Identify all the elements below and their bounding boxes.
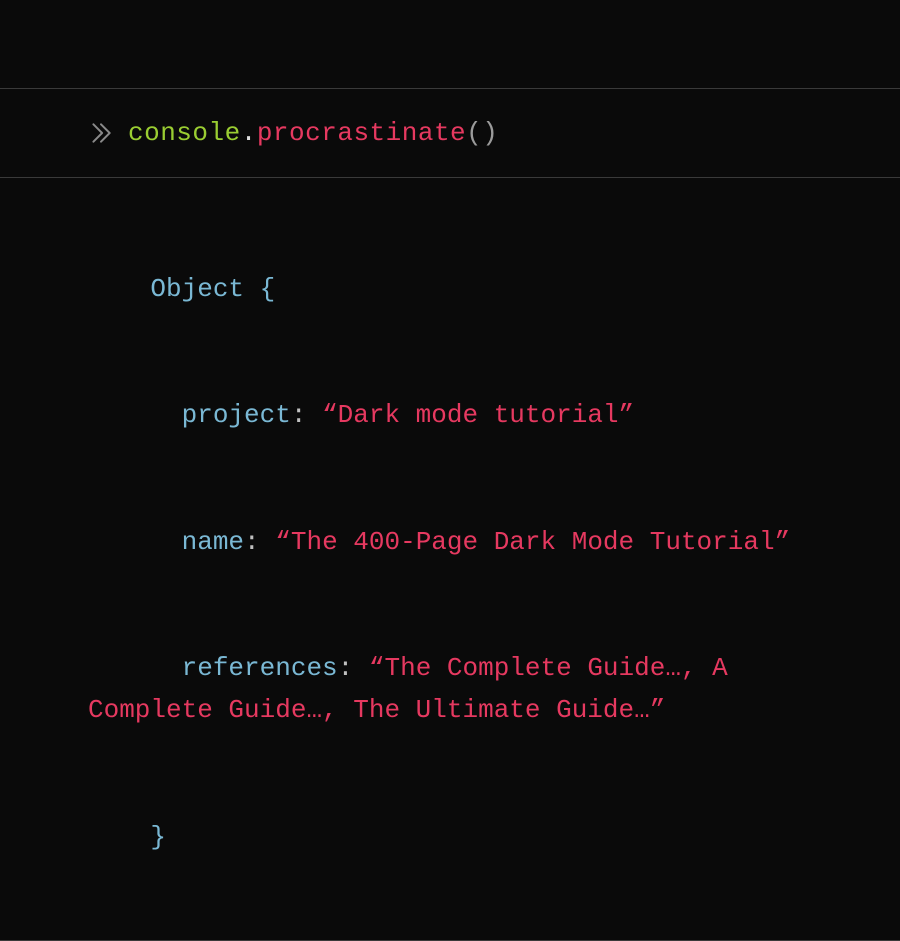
open-quote-token: “ bbox=[369, 653, 385, 683]
top-spacer bbox=[0, 0, 900, 88]
open-quote-token: “ bbox=[322, 400, 338, 430]
parens-token: () bbox=[466, 118, 498, 148]
colon-token: : bbox=[338, 653, 354, 683]
console-output: Object { project: “Dark mode tutorial” n… bbox=[0, 178, 900, 941]
string-value: Dark mode tutorial bbox=[338, 400, 619, 430]
open-quote-token: “ bbox=[275, 527, 291, 557]
string-part: The Ultimate Guide bbox=[353, 695, 634, 725]
output-entry-name: name: “The 400-Page Dark Mode Tutorial” bbox=[88, 479, 812, 605]
key-token: project bbox=[182, 400, 291, 430]
string-part: The Complete Guide bbox=[384, 653, 665, 683]
separator-token: , bbox=[681, 653, 712, 683]
open-brace-token: { bbox=[244, 274, 275, 304]
output-object-close: } bbox=[88, 773, 812, 899]
ellipsis-token: … bbox=[665, 653, 681, 683]
colon-token: : bbox=[291, 400, 307, 430]
type-token: Object bbox=[150, 274, 244, 304]
console-command[interactable]: console.procrastinate() bbox=[128, 118, 498, 148]
close-quote-token: ” bbox=[619, 400, 635, 430]
ellipsis-token: … bbox=[306, 695, 322, 725]
close-quote-token: ” bbox=[775, 527, 791, 557]
ellipsis-token: … bbox=[634, 695, 650, 725]
prompt-chevron-icon bbox=[88, 120, 114, 146]
method-name-token: procrastinate bbox=[257, 118, 466, 148]
output-entry-project: project: “Dark mode tutorial” bbox=[88, 352, 812, 478]
separator-token: , bbox=[322, 695, 353, 725]
key-token: references bbox=[182, 653, 338, 683]
string-value: The 400-Page Dark Mode Tutorial bbox=[291, 527, 775, 557]
key-token: name bbox=[182, 527, 244, 557]
dot-token: . bbox=[241, 118, 257, 148]
output-entry-references: references: “The Complete Guide…, A Comp… bbox=[88, 605, 812, 773]
output-object-open: Object { bbox=[88, 226, 812, 352]
console-object-token: console bbox=[128, 118, 241, 148]
colon-token: : bbox=[244, 527, 260, 557]
close-brace-token: } bbox=[150, 822, 166, 852]
close-quote-token: ” bbox=[650, 695, 666, 725]
console-prompt-row: console.procrastinate() bbox=[0, 88, 900, 178]
